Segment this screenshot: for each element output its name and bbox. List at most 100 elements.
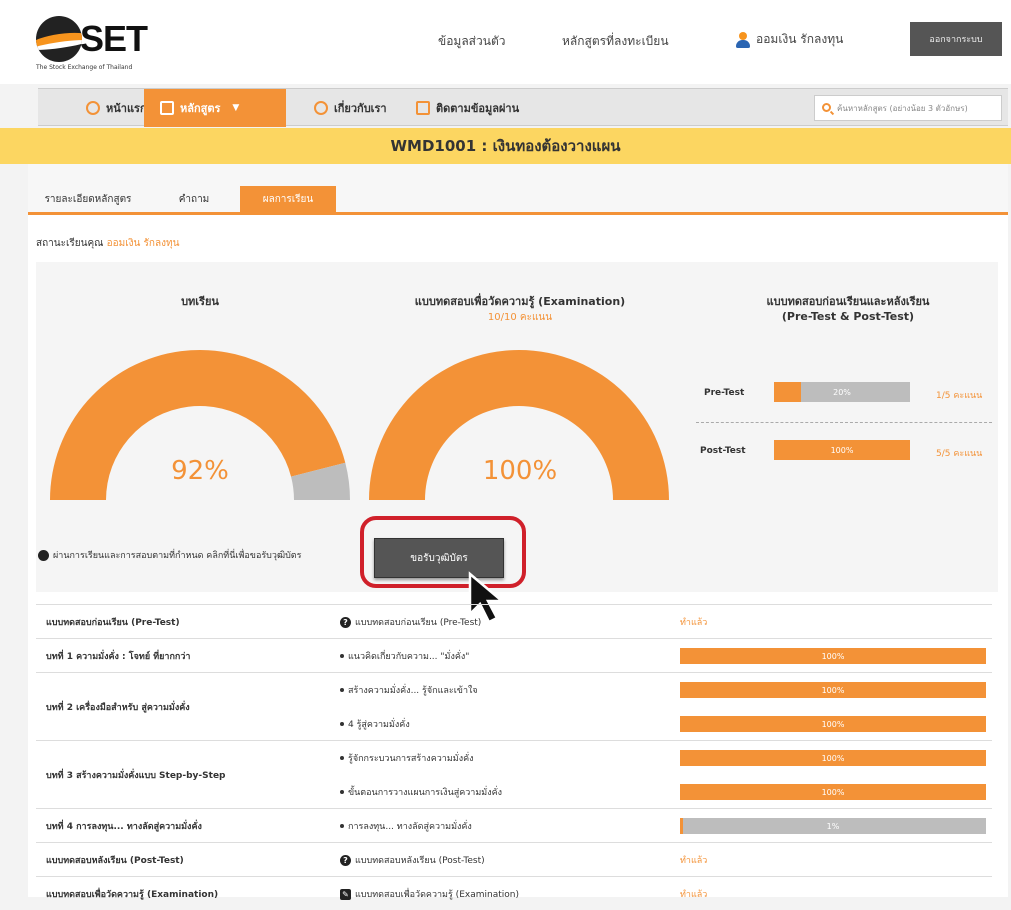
row-title: บทที่ 2 เครื่องมือสำหรับ สู่ความมั่งคั่ง (46, 703, 190, 713)
set-logo-mark (36, 16, 82, 62)
info-dot-icon (38, 549, 49, 561)
lesson-progress-percent: 1% (826, 821, 840, 831)
lesson-progress-percent: 100% (821, 787, 845, 797)
main-nav: หน้าแรก หลักสูตร ▼ เกี่ยวกับเรา ติดตามข้… (38, 88, 1008, 127)
lesson-progress-bar: 100% (680, 784, 986, 800)
bullet-icon (340, 790, 344, 794)
status-label: สถานะเรียนคุณ (36, 238, 104, 249)
question-icon: ? (340, 854, 351, 866)
home-icon (86, 101, 100, 115)
logout-button[interactable]: ออกจากระบบ (910, 22, 1002, 56)
table-row: บทที่ 3 สร้างความมั่งคั่งแบบ Step-by-Ste… (36, 740, 992, 808)
bullet-icon (340, 688, 344, 692)
prepost-divider (696, 422, 992, 423)
row-title: แบบทดสอบหลังเรียน (Post-Test) (46, 856, 184, 866)
lesson-item[interactable]: ? แบบทดสอบก่อนเรียน (Pre-Test) (340, 615, 481, 629)
table-row: แบบทดสอบเพื่อวัดความรู้ (Examination) ✎ แบ… (36, 876, 992, 910)
lesson-item[interactable]: 4 รู้สู่ความมั่งคั่ง (340, 717, 410, 731)
course-title: WMD1001 : เงินทองต้องวางแผน (0, 128, 1011, 164)
status-link[interactable]: ทำแล้ว (680, 887, 707, 901)
status-user: ออมเงิน รักลงทุน (106, 238, 180, 249)
lessons-percent: 92% (171, 456, 229, 486)
tab-course-details[interactable]: รายละเอียดหลักสูตร (38, 186, 138, 212)
logo-text: SET (80, 18, 148, 59)
set-logo[interactable]: SET The Stock Exchange of Thailand (36, 12, 156, 74)
question-icon: ? (340, 616, 351, 628)
news-icon (416, 101, 430, 115)
row-title: แบบทดสอบก่อนเรียน (Pre-Test) (46, 618, 180, 628)
nav-courses[interactable]: หลักสูตร ▼ (144, 89, 286, 127)
lesson-item-label: แบบทดสอบเพื่อวัดความรู้ (Examination) (355, 890, 519, 900)
completion-note: ผ่านการเรียนและการสอบตามที่กำหนด คลิกที่… (38, 548, 301, 562)
logo-subtitle: The Stock Exchange of Thailand (36, 64, 133, 71)
exam-score: 10/10 คะแนน (487, 312, 553, 323)
profile-link[interactable]: ข้อมูลส่วนตัว (438, 32, 505, 51)
lesson-item-label: แบบทดสอบก่อนเรียน (Pre-Test) (355, 618, 482, 628)
bullet-icon (340, 756, 344, 760)
exam-title: แบบทดสอบเพื่อวัดความรู้ (Examination) (414, 295, 626, 308)
lesson-item-label: การลงทุน... ทางลัดสู่ความมั่งคั่ง (348, 822, 472, 832)
prepost-title-line2: (Pre-Test & Post-Test) (781, 310, 915, 323)
pre-test-label: Pre-Test (704, 388, 745, 398)
nav-home[interactable]: หน้าแรก (86, 89, 147, 127)
nav-follow-label: ติดตามข้อมูลผ่าน (436, 102, 520, 115)
search-icon (822, 103, 831, 112)
nav-home-label: หน้าแรก (106, 102, 147, 115)
row-title: บทที่ 1 ความมั่งคั่ง : โจทย์ ที่ยากกว่า (46, 652, 191, 662)
table-row: แบบทดสอบก่อนเรียน (Pre-Test)? แบบทดสอบก่อ… (36, 604, 992, 638)
bullet-icon (340, 722, 344, 726)
pre-test-bar: 20% (774, 382, 910, 402)
chevron-down-icon: ▼ (232, 103, 240, 113)
lesson-item[interactable]: แนวคิดเกี่ยวกับความ... "มั่งคั่ง" (340, 649, 469, 663)
lesson-item-label: แนวคิดเกี่ยวกับความ... "มั่งคั่ง" (348, 652, 470, 662)
post-test-bar: 100% (774, 440, 910, 460)
lesson-progress-bar: 100% (680, 682, 986, 698)
user-icon (736, 31, 750, 48)
lesson-item[interactable]: ขั้นตอนการวางแผนการเงินสู่ความมั่งคั่ง (340, 785, 502, 799)
post-test-percent: 100% (830, 445, 854, 455)
table-row: บทที่ 2 เครื่องมือสำหรับ สู่ความมั่งคั่ง… (36, 672, 992, 740)
lesson-item-label: สร้างความมั่งคั่ง... รู้จักและเข้าใจ (348, 686, 478, 696)
registered-courses-link[interactable]: หลักสูตรที่ลงทะเบียน (562, 32, 669, 51)
exam-icon: ✎ (340, 888, 351, 900)
lesson-progress-percent: 100% (821, 651, 845, 661)
pre-test-score: 1/5 คะแนน (936, 391, 983, 401)
lesson-item[interactable]: ? แบบทดสอบหลังเรียน (Post-Test) (340, 853, 485, 867)
nav-follow[interactable]: ติดตามข้อมูลผ่าน (416, 89, 519, 127)
bullet-icon (340, 824, 344, 828)
tab-questions[interactable]: คำถาม (164, 186, 224, 212)
status-link[interactable]: ทำแล้ว (680, 615, 707, 629)
status-link[interactable]: ทำแล้ว (680, 853, 707, 867)
user-menu[interactable]: ออมเงิน รักลงทุน (736, 30, 843, 49)
search-input[interactable]: ค้นหาหลักสูตร (อย่างน้อย 3 ตัวอักษร) (814, 95, 1002, 121)
lesson-progress-bar: 1% (680, 818, 986, 834)
info-icon (314, 101, 328, 115)
table-row: บทที่ 4 การลงทุน... ทางลัดสู่ความมั่งคั่… (36, 808, 992, 842)
learning-status: สถานะเรียนคุณ ออมเงิน รักลงทุน (36, 236, 179, 251)
row-title: บทที่ 4 การลงทุน... ทางลัดสู่ความมั่งคั่… (46, 822, 202, 832)
lesson-item-label: ขั้นตอนการวางแผนการเงินสู่ความมั่งคั่ง (348, 788, 503, 798)
prepost-title-line1: แบบทดสอบก่อนเรียนและหลังเรียน (766, 295, 930, 308)
pre-test-percent: 20% (833, 387, 851, 397)
lesson-item-label: แบบทดสอบหลังเรียน (Post-Test) (355, 856, 485, 866)
lesson-progress-bar: 100% (680, 648, 986, 664)
lesson-item[interactable]: สร้างความมั่งคั่ง... รู้จักและเข้าใจ (340, 683, 478, 697)
search-placeholder: ค้นหาหลักสูตร (อย่างน้อย 3 ตัวอักษร) (837, 103, 968, 113)
table-row: บทที่ 1 ความมั่งคั่ง : โจทย์ ที่ยากกว่า แ… (36, 638, 992, 672)
nav-about-label: เกี่ยวกับเรา (334, 102, 387, 115)
user-name: ออมเงิน รักลงทุน (756, 32, 844, 46)
lessons-title: บทเรียน (181, 295, 219, 308)
lesson-progress-bar: 100% (680, 750, 986, 766)
course-tabs: รายละเอียดหลักสูตร คำถาม ผลการเรียน (28, 164, 1008, 212)
row-title: แบบทดสอบเพื่อวัดความรู้ (Examination) (46, 890, 219, 900)
lesson-item[interactable]: ✎ แบบทดสอบเพื่อวัดความรู้ (Examination) (340, 887, 519, 901)
book-icon (160, 101, 174, 115)
lesson-item[interactable]: รู้จักกระบวนการสร้างความมั่งคั่ง (340, 751, 474, 765)
row-title: บทที่ 3 สร้างความมั่งคั่งแบบ Step-by-Ste… (46, 771, 226, 781)
site-header: SET The Stock Exchange of Thailand ข้อมู… (0, 0, 1011, 84)
tab-results[interactable]: ผลการเรียน (240, 186, 336, 212)
lesson-item[interactable]: การลงทุน... ทางลัดสู่ความมั่งคั่ง (340, 819, 472, 833)
bullet-icon (340, 654, 344, 658)
lesson-progress-percent: 100% (821, 719, 845, 729)
nav-about[interactable]: เกี่ยวกับเรา (314, 89, 387, 127)
